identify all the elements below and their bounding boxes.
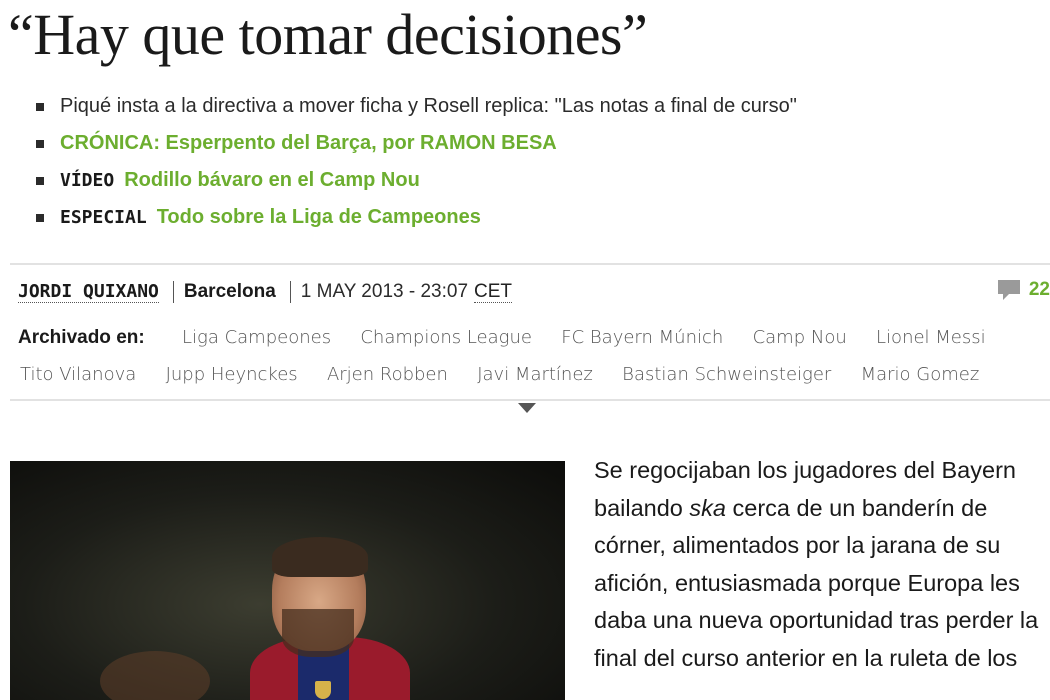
related-link[interactable]: Rodillo bávaro en el Camp Nou [124,162,420,199]
byline-place: Barcelona [183,281,276,302]
tag-link[interactable]: Arjen Robben [327,364,448,385]
related-item[interactable]: VÍDEO Rodillo bávaro en el Camp Nou [36,162,797,199]
tag-link[interactable]: Lionel Messi [876,327,986,348]
byline-divider [289,281,291,303]
article-body-paragraph: Se regocijaban los jugadores del Bayern … [594,452,1050,677]
related-link[interactable]: CRÓNICA: Esperpento del Barça, por RAMON… [60,125,557,162]
related-link[interactable]: Todo sobre la Liga de Campeones [157,199,481,236]
related-link[interactable]: Piqué insta a la directiva a mover ficha… [60,88,797,125]
tag-link[interactable]: Javi Martínez [477,364,593,385]
tag-link[interactable]: Camp Nou [753,327,847,348]
tag-link[interactable]: Liga Campeones [182,327,331,348]
tags-section: Archivado en: Liga Campeones Champions L… [10,317,1050,401]
article-headline: “Hay que tomar decisiones” [8,2,648,67]
speech-bubble-icon [997,280,1020,300]
related-item[interactable]: CRÓNICA: Esperpento del Barça, por RAMON… [36,125,797,162]
related-tag: ESPECIAL [60,207,147,228]
related-item[interactable]: ESPECIAL Todo sobre la Liga de Campeones [36,199,797,236]
square-bullet-icon [36,213,44,222]
byline-date: 1 MAY 2013 - 23:07 [300,281,469,302]
photo-player-beard [282,609,354,657]
tag-link[interactable]: Tito Vilanova [20,364,136,385]
square-bullet-icon [36,139,44,148]
related-tag: VÍDEO [60,170,115,191]
tag-link[interactable]: Champions League [360,327,532,348]
byline-bar: JORDI QUIXANO Barcelona 1 MAY 2013 - 23:… [10,263,1050,319]
article-text-emphasis: ska [689,494,726,521]
comments-count: 22 [1028,279,1050,300]
triangle-down-icon[interactable] [518,403,536,413]
tag-link[interactable]: Jupp Heynckes [166,364,298,385]
byline-divider [172,281,174,303]
tags-row: Tito Vilanova Jupp Heynckes Arjen Robben… [20,357,1003,393]
square-bullet-icon [36,176,44,185]
tag-link[interactable]: Mario Gomez [861,364,980,385]
photo-background-figure [100,651,210,700]
tags-label: Archivado en: [18,327,145,348]
byline-timezone: CET [474,280,513,303]
related-links-list: Piqué insta a la directiva a mover ficha… [36,88,797,236]
tag-link[interactable]: Bastian Schweinsteiger [622,364,831,385]
tag-link[interactable]: FC Bayern Múnich [561,327,723,348]
comments-link[interactable]: 22 [997,279,1050,301]
photo-player-hair [272,537,368,577]
tags-row: Archivado en: Liga Campeones Champions L… [18,320,1010,356]
article-photo [10,461,565,700]
square-bullet-icon [36,102,44,111]
author-link[interactable]: JORDI QUIXANO [18,281,159,303]
related-item[interactable]: Piqué insta a la directiva a mover ficha… [36,88,797,125]
club-crest-icon [315,681,331,699]
